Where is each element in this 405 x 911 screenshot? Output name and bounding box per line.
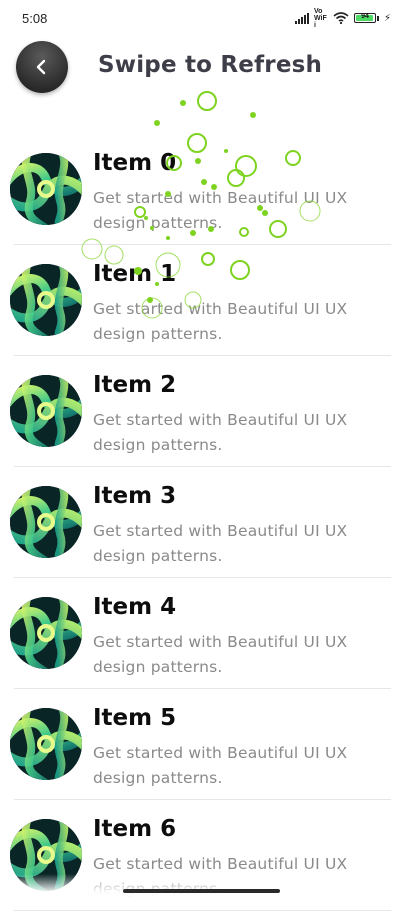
avatar bbox=[10, 375, 82, 447]
bottom-fade bbox=[0, 874, 405, 900]
list-item[interactable]: Item 2 Get started with Beautiful UI UX … bbox=[0, 356, 405, 467]
list-item[interactable]: Item 4 Get started with Beautiful UI UX … bbox=[0, 578, 405, 689]
avatar bbox=[10, 264, 82, 336]
item-description: Get started with Beautiful UI UX design … bbox=[93, 744, 348, 787]
item-description: Get started with Beautiful UI UX design … bbox=[93, 633, 348, 676]
item-description: Get started with Beautiful UI UX design … bbox=[93, 522, 348, 565]
home-indicator[interactable] bbox=[123, 889, 280, 893]
status-time: 5:08 bbox=[22, 11, 48, 26]
item-description: Get started with Beautiful UI UX design … bbox=[93, 300, 348, 343]
item-title: Item 0 bbox=[93, 150, 177, 176]
item-description: Get started with Beautiful UI UX design … bbox=[93, 189, 348, 232]
page-title: Swipe to Refresh bbox=[98, 52, 323, 78]
refresh-bubble bbox=[180, 100, 186, 106]
item-list[interactable]: Item 0 Get started with Beautiful UI UX … bbox=[0, 134, 405, 911]
back-button[interactable] bbox=[16, 41, 68, 93]
vowifi-label: Vo WiFi bbox=[314, 8, 328, 29]
chevron-left-icon bbox=[36, 59, 46, 75]
item-title: Item 3 bbox=[93, 483, 177, 509]
refresh-bubble bbox=[197, 91, 217, 111]
battery-tip bbox=[376, 15, 379, 21]
avatar bbox=[10, 153, 82, 225]
item-title: Item 1 bbox=[93, 261, 177, 287]
list-item[interactable]: Item 3 Get started with Beautiful UI UX … bbox=[0, 467, 405, 578]
item-title: Item 2 bbox=[93, 372, 177, 398]
avatar bbox=[10, 708, 82, 780]
refresh-bubble bbox=[154, 120, 160, 126]
item-description: Get started with Beautiful UI UX design … bbox=[93, 411, 348, 454]
item-title: Item 5 bbox=[93, 705, 177, 731]
battery-percent: 94 bbox=[361, 13, 369, 20]
list-item[interactable]: Item 0 Get started with Beautiful UI UX … bbox=[0, 134, 405, 245]
status-bar: 5:08 Vo WiFi 94 ⚡ bbox=[0, 0, 405, 36]
list-item[interactable]: Item 1 Get started with Beautiful UI UX … bbox=[0, 245, 405, 356]
avatar bbox=[10, 486, 82, 558]
vowifi-text: Vo WiFi bbox=[313, 7, 327, 29]
refresh-bubble bbox=[250, 112, 256, 118]
item-title: Item 6 bbox=[93, 816, 177, 842]
battery-icon: 94 bbox=[353, 13, 376, 23]
wifi-icon bbox=[333, 12, 349, 24]
list-item[interactable]: Item 5 Get started with Beautiful UI UX … bbox=[0, 689, 405, 800]
item-title: Item 4 bbox=[93, 594, 177, 620]
status-icons: Vo WiFi 94 ⚡ bbox=[294, 8, 391, 29]
signal-icon bbox=[294, 12, 309, 24]
avatar bbox=[10, 597, 82, 669]
charging-bolt-icon: ⚡ bbox=[383, 12, 391, 24]
